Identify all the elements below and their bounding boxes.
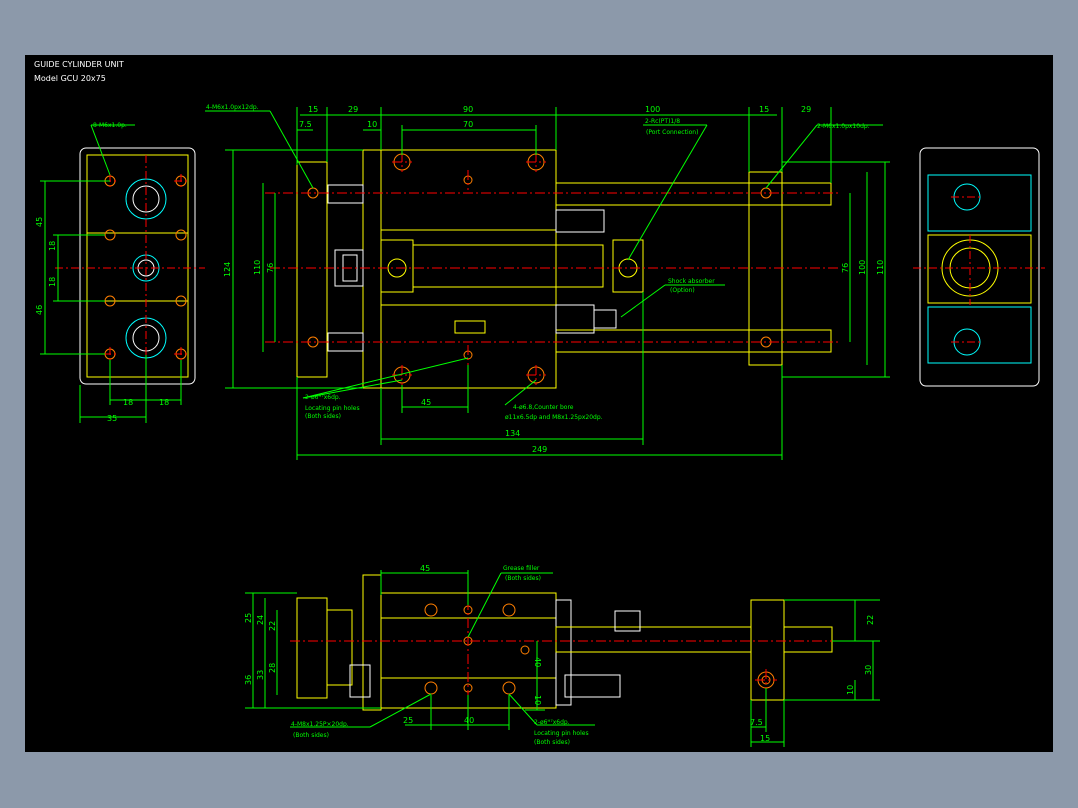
title-line-1: GUIDE CYLINDER UNIT — [34, 60, 124, 69]
left-view-tap-note: 8-M6x1.0p. — [93, 122, 127, 129]
pin-hole-note: 2-ø6ᴴ⁷x6dp. — [534, 719, 570, 726]
dim-28: 28 — [268, 663, 277, 673]
dim-35: 35 — [107, 414, 117, 423]
dim-25: 25 — [244, 613, 253, 623]
dim-15: 15 — [760, 734, 770, 743]
dim-45: 45 — [420, 564, 430, 573]
pin-hole-note: 2-ø6ᴴ⁷x6dp. — [305, 394, 341, 401]
dim-40: 40 — [464, 716, 474, 725]
dim-76: 76 — [266, 263, 275, 273]
dim-25: 25 — [403, 716, 413, 725]
dim-134: 134 — [505, 429, 520, 438]
dim-24: 24 — [256, 615, 265, 625]
drawing-canvas: GUIDE CYLINDER UNIT Model GCU 20x75 8-M6… — [34, 60, 1045, 747]
pin-hole-note-sides: (Both sides) — [305, 413, 341, 420]
dim-40: 40 — [533, 657, 542, 667]
dim-22: 22 — [866, 615, 875, 625]
shock-absorber-note-sub: (Option) — [670, 287, 695, 294]
tap-note-sub: (Both sides) — [293, 732, 329, 739]
dim-29: 29 — [348, 105, 358, 114]
dim-36: 36 — [244, 675, 253, 685]
dim-15: 15 — [308, 105, 318, 114]
dim-45: 45 — [35, 217, 44, 227]
dim-15: 15 — [759, 105, 769, 114]
left-end-view — [40, 124, 205, 423]
pin-hole-note-sides: (Both sides) — [534, 739, 570, 746]
dim-76: 76 — [841, 263, 850, 273]
front-tap-note: 4-M6x1.0px12dp. — [206, 104, 259, 111]
dim-7-5: 7.5 — [750, 718, 763, 727]
dim-70: 70 — [463, 120, 473, 129]
dim-46: 46 — [35, 305, 44, 315]
dim-110: 110 — [253, 260, 262, 275]
counterbore-note: 4-ø6.8,Counter bore — [513, 404, 574, 411]
dim-30: 30 — [864, 665, 873, 675]
counterbore-note-sub: ø11x6.5dp and M8x1.25px20dp. — [505, 414, 603, 421]
dim-90: 90 — [463, 105, 473, 114]
dim-10: 10 — [533, 695, 542, 705]
right-end-view — [913, 147, 1045, 387]
dim-33: 33 — [256, 670, 265, 680]
dim-29: 29 — [801, 105, 811, 114]
dim-110: 110 — [876, 260, 885, 275]
dim-45: 45 — [421, 398, 431, 407]
dim-10: 10 — [367, 120, 377, 129]
dim-18: 18 — [159, 398, 169, 407]
pin-hole-note-sub: Locating pin holes — [305, 405, 360, 412]
dim-18: 18 — [48, 241, 57, 251]
title-line-2: Model GCU 20x75 — [34, 74, 106, 83]
tap-note: 4-M8x1.25P×20dp. — [291, 721, 349, 728]
port-note-sub: (Port Connection) — [646, 129, 698, 136]
front-tap-note-right: 2-M6x1.0px10dp. — [817, 123, 870, 130]
dim-100: 100 — [645, 105, 660, 114]
port-note: 2-Rc(PT)1/8 — [645, 118, 680, 125]
dim-249: 249 — [532, 445, 547, 454]
dim-18: 18 — [123, 398, 133, 407]
dim-10: 10 — [846, 685, 855, 695]
shock-absorber-note: Shock absorber — [668, 278, 715, 285]
grease-filler-note: Grease filler — [503, 565, 540, 572]
cad-viewport[interactable]: GUIDE CYLINDER UNIT Model GCU 20x75 8-M6… — [25, 55, 1053, 752]
dim-22: 22 — [268, 621, 277, 631]
dim-100: 100 — [858, 260, 867, 275]
dim-124: 124 — [223, 262, 232, 277]
dim-7-5: 7.5 — [299, 120, 312, 129]
dim-18: 18 — [48, 277, 57, 287]
grease-filler-note-sub: (Both sides) — [505, 575, 541, 582]
pin-hole-note-sub: Locating pin holes — [534, 730, 589, 737]
